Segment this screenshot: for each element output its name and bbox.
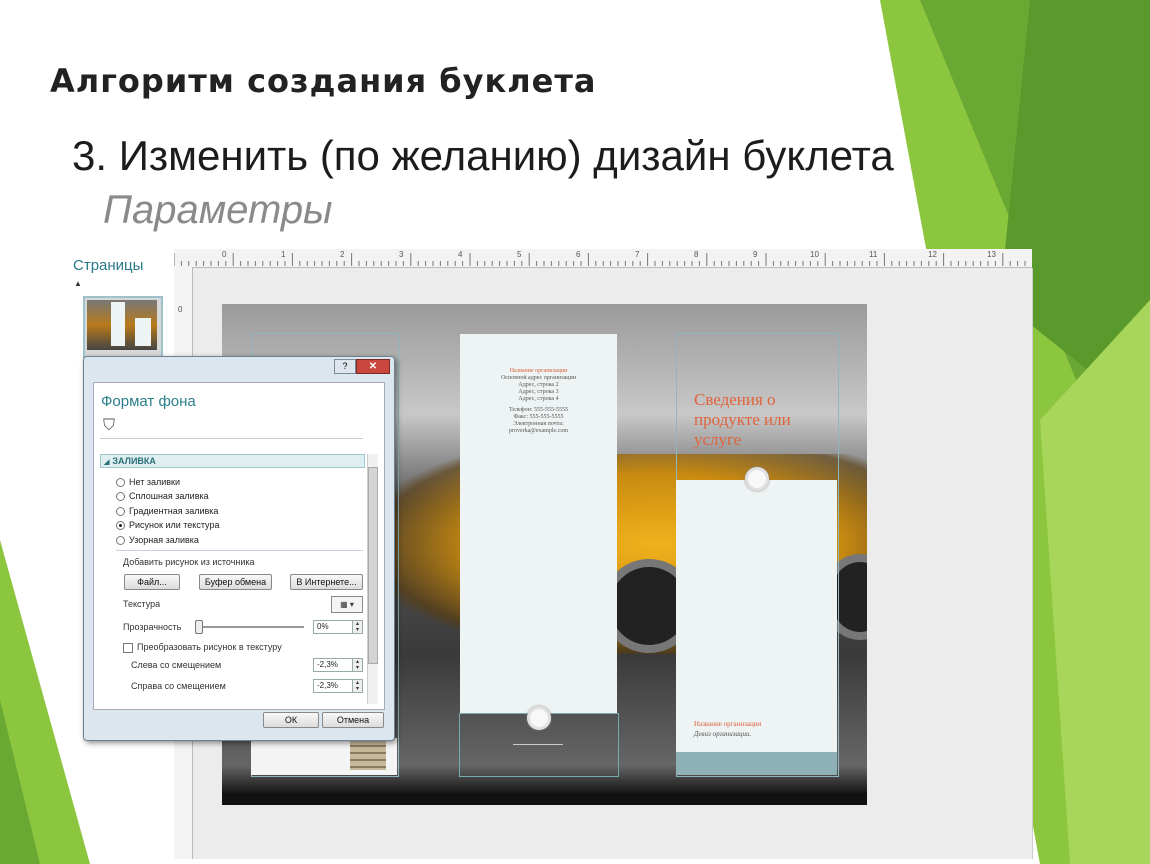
transparency-spinner[interactable]: ▴ ▾ bbox=[352, 620, 363, 634]
collapse-triangle-icon: ◢ bbox=[104, 459, 110, 466]
fill-section-label: ЗАЛИВКА bbox=[112, 456, 156, 466]
radio-icon bbox=[116, 507, 125, 517]
texture-label: Текстура bbox=[123, 599, 161, 609]
tile-checkbox-row[interactable]: Преобразовать рисунок в текстуру bbox=[123, 642, 282, 653]
ruler-number: 8 bbox=[694, 250, 699, 259]
page-thumbnail[interactable] bbox=[83, 296, 163, 358]
tile-checkbox-label: Преобразовать рисунок в текстуру bbox=[137, 642, 282, 652]
insert-from-label: Добавить рисунок из источника bbox=[123, 557, 255, 567]
divider bbox=[116, 550, 363, 551]
cancel-button[interactable]: Отмена bbox=[322, 712, 384, 728]
right-org-name: Название организации bbox=[694, 720, 762, 728]
middle-phone: Телефон: 555-555-5555 bbox=[508, 407, 569, 413]
radio-selected-icon bbox=[116, 521, 125, 531]
right-footer-band bbox=[676, 752, 837, 775]
books-image bbox=[350, 740, 386, 770]
transparency-slider-track[interactable] bbox=[196, 626, 304, 628]
fill-section-header[interactable]: ◢ ЗАЛИВКА bbox=[100, 454, 365, 468]
left-offset-label: Слева со смещением bbox=[131, 660, 222, 670]
radio-label: Сплошная заливка bbox=[129, 491, 209, 501]
middle-address-line: Адрес, строка 4 bbox=[518, 396, 559, 402]
right-offset-spinner[interactable]: ▴ ▾ bbox=[352, 679, 363, 693]
radio-no-fill[interactable]: Нет заливки bbox=[116, 477, 180, 488]
ok-button[interactable]: ОК bbox=[263, 712, 319, 728]
slide-title: Алгоритм создания буклета bbox=[50, 62, 597, 100]
pages-pane-label: Страницы bbox=[73, 257, 144, 274]
texture-icon: ▦ bbox=[340, 600, 348, 609]
transparency-label: Прозрачность bbox=[123, 622, 182, 632]
ruler-number: 1 bbox=[281, 250, 286, 259]
middle-fax: Факс: 555-555-5555 bbox=[513, 414, 564, 420]
middle-address-line: Основной адрес организации bbox=[501, 375, 576, 381]
radio-pattern-fill[interactable]: Узорная заливка bbox=[116, 535, 199, 546]
middle-address-line: Адрес, строка 2 bbox=[518, 382, 559, 388]
radio-label: Рисунок или текстура bbox=[129, 520, 220, 530]
ruler-number: 10 bbox=[810, 250, 819, 259]
chevron-down-icon: ▾ bbox=[349, 600, 354, 609]
middle-address-line: Адрес, строка 3 bbox=[518, 389, 559, 395]
help-button[interactable]: ? bbox=[334, 359, 356, 374]
middle-email: proverka@example.com bbox=[508, 428, 568, 434]
right-panel-heading: Сведения о продукте или услуге bbox=[694, 390, 791, 449]
radio-icon bbox=[116, 536, 125, 546]
right-panel[interactable]: Название организации Девиз организации. bbox=[676, 480, 837, 752]
ruler-number: 13 bbox=[987, 250, 996, 259]
left-offset-input[interactable]: -2,3% bbox=[313, 658, 354, 672]
clipboard-button[interactable]: Буфер обмена bbox=[199, 574, 272, 590]
collapse-caret-icon[interactable]: ▲ bbox=[74, 279, 82, 288]
bucket-underline bbox=[100, 438, 363, 439]
radio-icon bbox=[116, 492, 125, 502]
subtitle-parameters: Параметры bbox=[103, 188, 333, 232]
photo-placeholder-ring[interactable] bbox=[745, 467, 769, 491]
step-text: 3. Изменить (по желанию) дизайн буклета bbox=[72, 132, 894, 179]
ruler-number: 3 bbox=[399, 250, 404, 259]
ruler-number: 2 bbox=[340, 250, 345, 259]
checkbox-icon bbox=[123, 642, 133, 653]
close-button[interactable]: ✕ bbox=[356, 359, 390, 374]
middle-email-label: Электронная почта: bbox=[513, 421, 564, 427]
radio-label: Градиентная заливка bbox=[129, 506, 219, 516]
radio-label: Узорная заливка bbox=[129, 535, 199, 545]
left-offset-spinner[interactable]: ▴ ▾ bbox=[352, 658, 363, 672]
ruler-number: 6 bbox=[576, 250, 581, 259]
texture-dropdown[interactable]: ▦ ▾ bbox=[331, 596, 363, 613]
ruler-number: 12 bbox=[928, 250, 937, 259]
right-offset-label: Справа со смещением bbox=[131, 681, 226, 691]
ruler-number: 7 bbox=[635, 250, 640, 259]
middle-org-name: Название организации bbox=[509, 368, 568, 374]
dialog-title: Формат фона bbox=[101, 393, 196, 410]
radio-gradient-fill[interactable]: Градиентная заливка bbox=[116, 506, 219, 517]
paint-bucket-icon[interactable]: ⛉ bbox=[103, 417, 115, 435]
right-offset-input[interactable]: -2,3% bbox=[313, 679, 354, 693]
online-button[interactable]: В Интернете... bbox=[290, 574, 363, 590]
radio-icon bbox=[116, 478, 125, 488]
ruler-number: 11 bbox=[869, 250, 878, 259]
transparency-slider-thumb[interactable] bbox=[195, 620, 203, 634]
ruler-number: 0 bbox=[222, 250, 227, 259]
middle-panel-dashes bbox=[513, 744, 563, 765]
ruler-number: 4 bbox=[458, 250, 463, 259]
photo-placeholder-ring[interactable] bbox=[527, 706, 551, 730]
radio-label: Нет заливки bbox=[129, 477, 180, 487]
ruler-number: 0 bbox=[178, 305, 183, 314]
right-motto: Девиз организации. bbox=[694, 730, 752, 738]
radio-picture-fill[interactable]: Рисунок или текстура bbox=[116, 520, 220, 531]
photo-bottom-strip bbox=[222, 793, 867, 805]
middle-panel[interactable]: Название организации Основной адрес орга… bbox=[460, 334, 617, 713]
ruler-number: 9 bbox=[753, 250, 758, 259]
file-button[interactable]: Файл... bbox=[124, 574, 180, 590]
transparency-input[interactable]: 0% bbox=[313, 620, 354, 634]
ruler-number: 5 bbox=[517, 250, 522, 259]
ruler-top: 0 1 2 3 4 5 6 7 8 9 10 11 12 13 bbox=[174, 249, 1032, 268]
radio-solid-fill[interactable]: Сплошная заливка bbox=[116, 491, 209, 502]
dialog-scrollbar-thumb[interactable] bbox=[368, 467, 378, 664]
